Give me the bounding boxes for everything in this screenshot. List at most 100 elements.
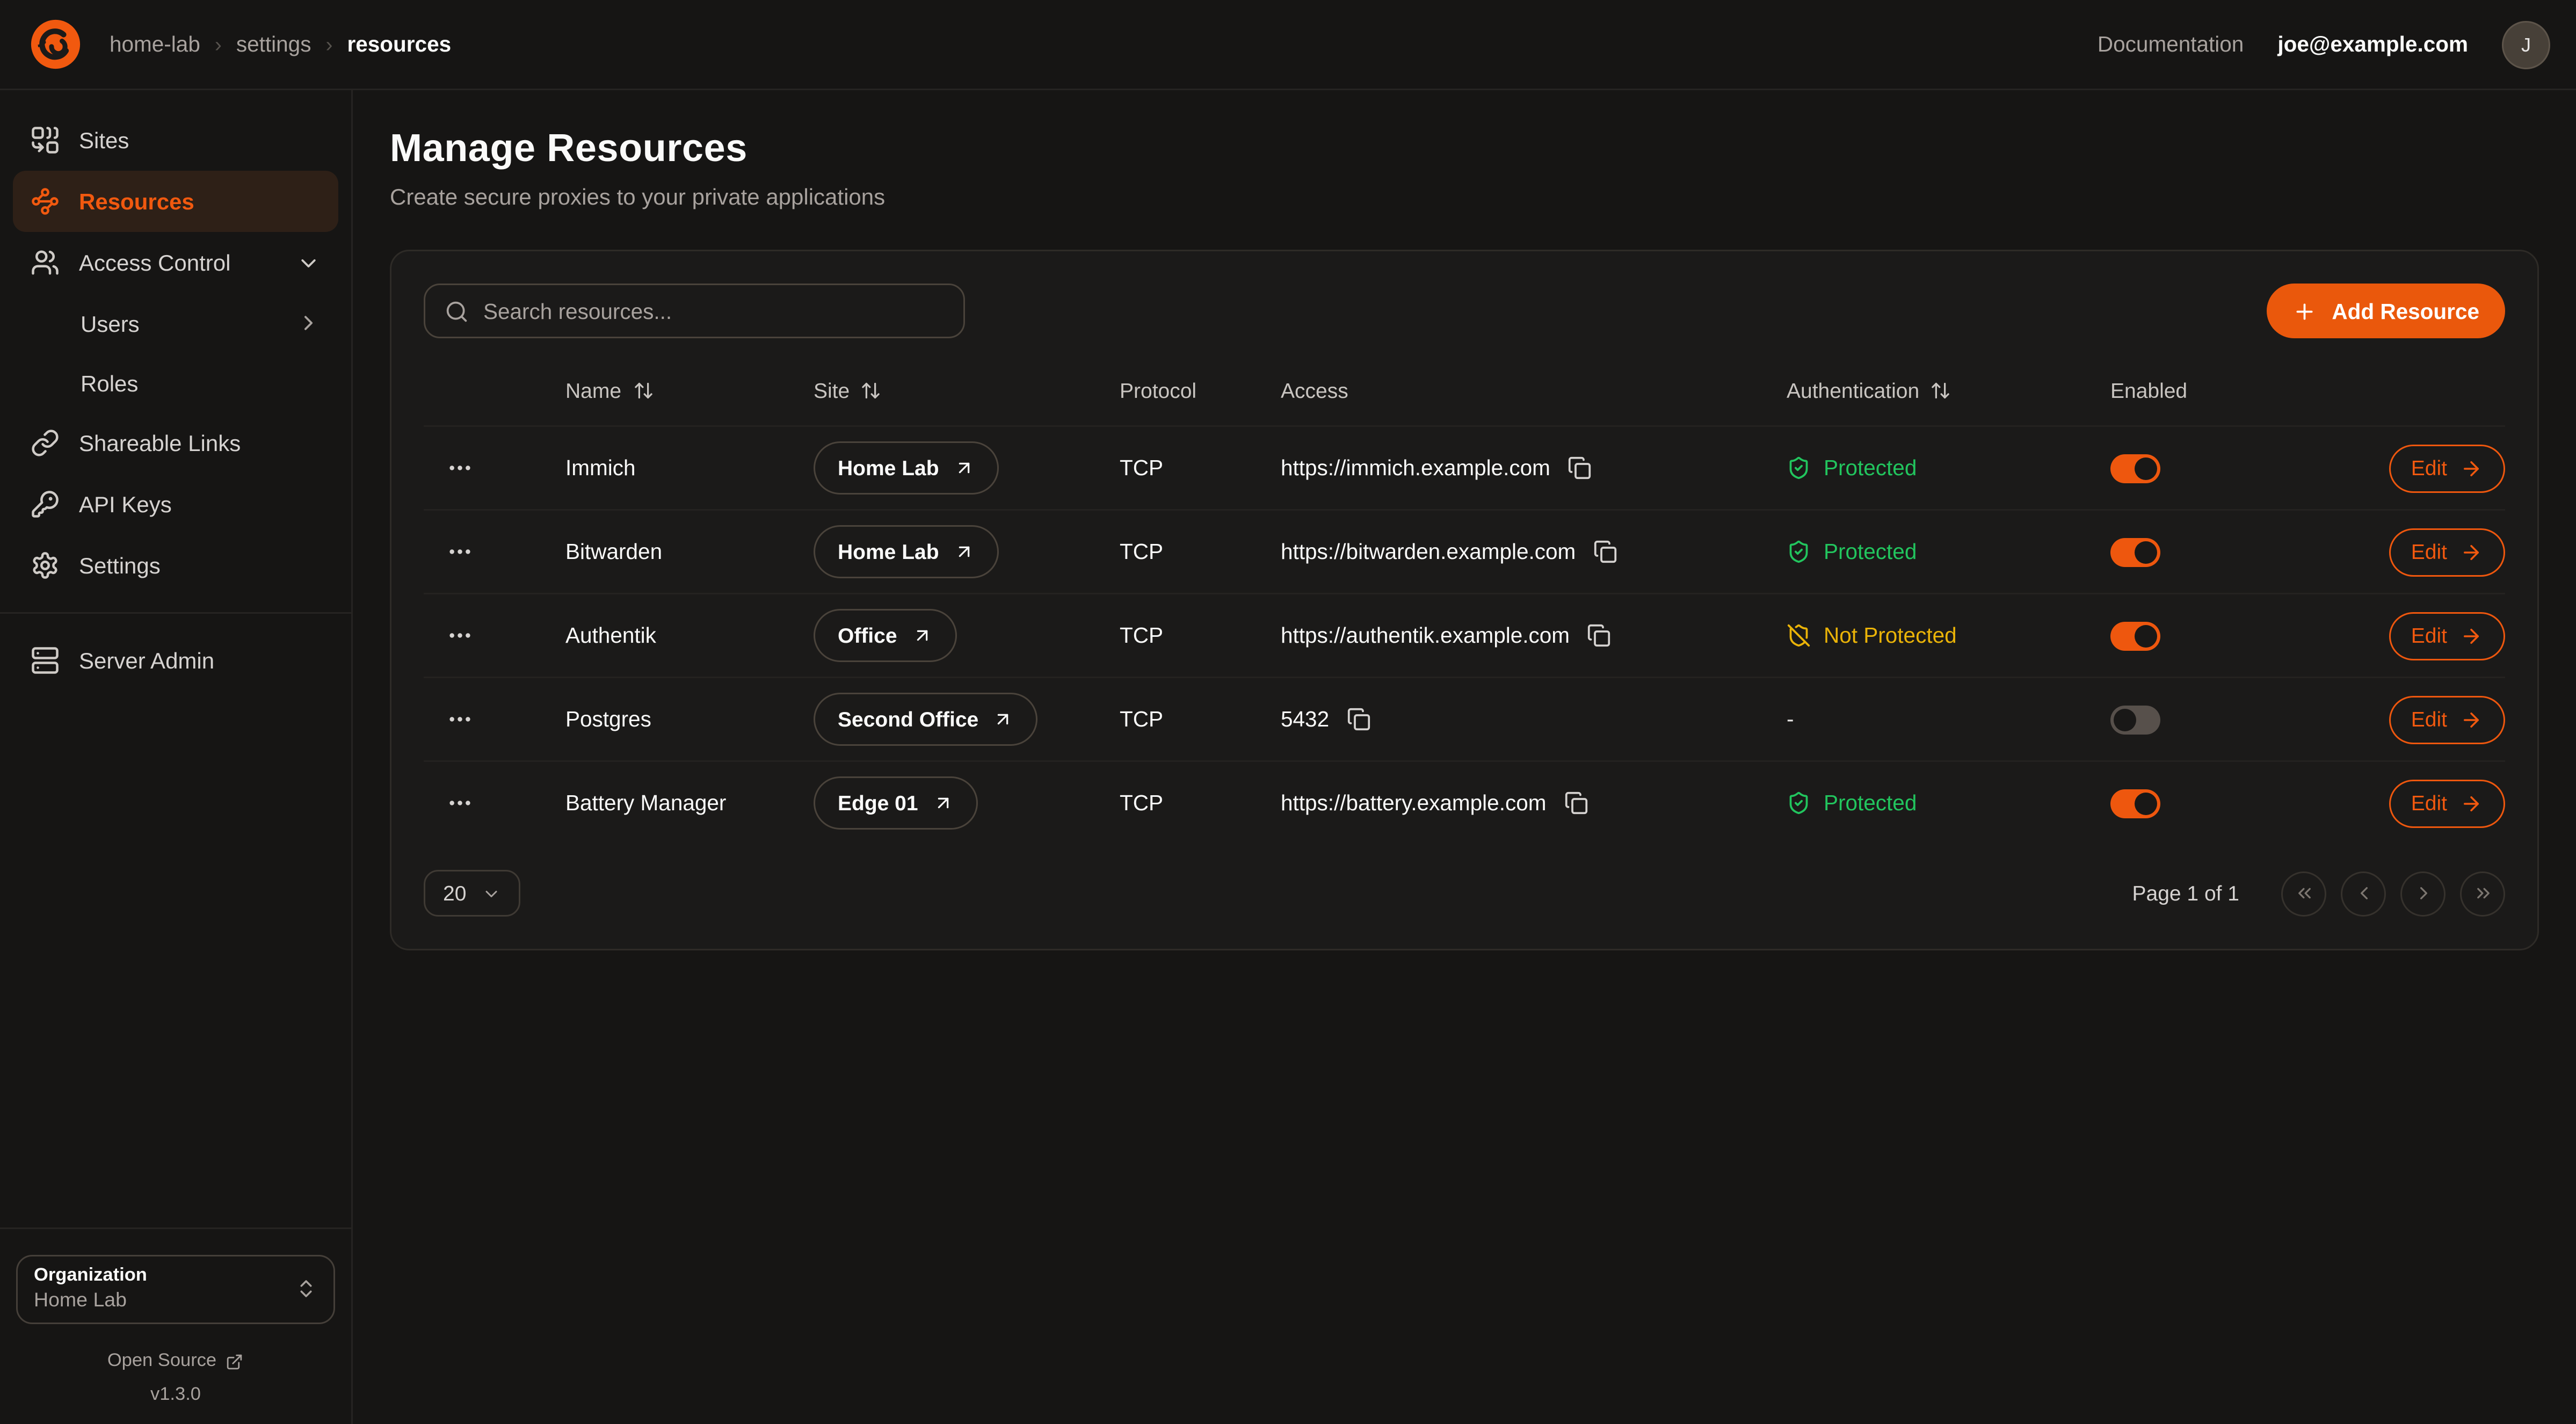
column-header-site[interactable]: Site — [814, 378, 1120, 402]
shield-check-icon — [1787, 791, 1811, 815]
documentation-link[interactable]: Documentation — [2098, 32, 2244, 56]
arrow-up-right-icon — [933, 793, 954, 813]
row-actions-menu-button[interactable] — [424, 622, 565, 649]
auth-status-label: Not Protected — [1824, 623, 1957, 648]
edit-button[interactable]: Edit — [2389, 695, 2505, 744]
avatar[interactable]: J — [2502, 20, 2550, 69]
chevron-left-icon — [2353, 883, 2374, 904]
sort-icon — [633, 380, 654, 401]
first-page-button[interactable] — [2281, 871, 2326, 916]
ellipsis-icon — [446, 538, 474, 565]
breadcrumb-org[interactable]: home-lab — [110, 32, 200, 56]
copy-icon[interactable] — [1568, 456, 1592, 480]
chevrons-left-icon — [2294, 883, 2314, 904]
search-icon — [445, 299, 469, 323]
site-link[interactable]: Edge 01 — [814, 776, 978, 830]
app-version: v1.3.0 — [16, 1385, 335, 1405]
access-url[interactable]: https://battery.example.com — [1281, 791, 1546, 815]
auth-status: Protected — [1787, 791, 2110, 815]
plus-icon — [2293, 299, 2317, 323]
site-link[interactable]: Home Lab — [814, 525, 999, 578]
resource-name: Postgres — [565, 707, 814, 731]
enabled-toggle[interactable] — [2110, 621, 2160, 650]
access-url[interactable]: https://authentik.example.com — [1281, 623, 1570, 648]
add-resource-label: Add Resource — [2332, 299, 2479, 323]
sidebar-item-resources[interactable]: Resources — [13, 171, 338, 232]
open-source-label: Open Source — [107, 1352, 216, 1371]
sort-icon — [1931, 380, 1951, 401]
site-link[interactable]: Second Office — [814, 693, 1038, 746]
access-url[interactable]: https://immich.example.com — [1281, 456, 1550, 480]
breadcrumb-resources[interactable]: resources — [347, 32, 452, 56]
search-input[interactable] — [483, 299, 944, 323]
edit-button[interactable]: Edit — [2389, 779, 2505, 827]
table-row: Immich Home Lab TCP https://immich.examp… — [424, 425, 2505, 509]
column-header-authentication[interactable]: Authentication — [1787, 378, 2110, 402]
add-resource-button[interactable]: Add Resource — [2267, 284, 2505, 338]
site-link[interactable]: Office — [814, 609, 957, 662]
row-actions-menu-button[interactable] — [424, 538, 565, 565]
auth-status-label: Protected — [1824, 791, 1917, 815]
table-row: Bitwarden Home Lab TCP https://bitwarden… — [424, 509, 2505, 593]
resource-name: Battery Manager — [565, 791, 814, 815]
table-row: Authentik Office TCP https://authentik.e… — [424, 593, 2505, 677]
last-page-button[interactable] — [2460, 871, 2505, 916]
row-actions-menu-button[interactable] — [424, 706, 565, 733]
page-size-select[interactable]: 20 — [424, 870, 521, 917]
user-email-menu[interactable]: joe@example.com — [2277, 32, 2468, 56]
sidebar-item-access-control[interactable]: Access Control — [13, 232, 338, 293]
table-row: Postgres Second Office TCP 5432 - Edit — [424, 677, 2505, 760]
key-icon — [31, 490, 60, 519]
arrow-up-right-icon — [993, 709, 1014, 730]
enabled-toggle[interactable] — [2110, 454, 2160, 483]
top-bar: home-lab › settings › resources Document… — [0, 0, 2576, 90]
site-link[interactable]: Home Lab — [814, 441, 999, 495]
open-source-link[interactable]: Open Source — [16, 1352, 335, 1371]
resource-name: Immich — [565, 456, 814, 480]
ellipsis-icon — [446, 706, 474, 733]
sidebar-item-label: Resources — [79, 188, 194, 214]
resource-protocol: TCP — [1120, 791, 1281, 815]
resource-protocol: TCP — [1120, 456, 1281, 480]
access-url[interactable]: https://bitwarden.example.com — [1281, 540, 1576, 564]
organization-selector[interactable]: Organization Home Lab — [16, 1255, 335, 1324]
server-icon — [31, 646, 60, 675]
arrow-right-icon — [2460, 457, 2483, 479]
sidebar-item-api-keys[interactable]: API Keys — [13, 474, 338, 535]
edit-button[interactable]: Edit — [2389, 612, 2505, 660]
topbar-right: Documentation joe@example.com J — [2098, 20, 2550, 69]
sidebar-item-server-admin[interactable]: Server Admin — [13, 630, 338, 691]
access-url[interactable]: 5432 — [1281, 707, 1329, 731]
sidebar-item-sites[interactable]: Sites — [13, 110, 338, 171]
edit-button[interactable]: Edit — [2389, 528, 2505, 576]
copy-icon[interactable] — [1347, 707, 1371, 731]
enabled-toggle[interactable] — [2110, 705, 2160, 734]
page-title: Manage Resources — [390, 127, 2576, 172]
enabled-toggle[interactable] — [2110, 537, 2160, 566]
copy-icon[interactable] — [1564, 791, 1588, 815]
copy-icon[interactable] — [1587, 623, 1612, 648]
copy-icon[interactable] — [1593, 540, 1617, 564]
sidebar-item-settings[interactable]: Settings — [13, 535, 338, 596]
page-subtitle: Create secure proxies to your private ap… — [390, 184, 2576, 209]
arrow-up-right-icon — [912, 625, 933, 646]
breadcrumb-settings[interactable]: settings — [236, 32, 311, 56]
sidebar-item-users[interactable]: Users — [13, 293, 338, 353]
sidebar-item-shareable-links[interactable]: Shareable Links — [13, 412, 338, 474]
enabled-toggle[interactable] — [2110, 789, 2160, 818]
previous-page-button[interactable] — [2341, 871, 2386, 916]
column-header-name[interactable]: Name — [565, 378, 814, 402]
sidebar-item-label: Shareable Links — [79, 430, 241, 456]
next-page-button[interactable] — [2400, 871, 2446, 916]
page-info: Page 1 of 1 — [2132, 881, 2240, 905]
chevrons-up-down-icon — [295, 1277, 317, 1300]
row-actions-menu-button[interactable] — [424, 789, 565, 817]
chevron-right-icon — [296, 311, 321, 335]
users-icon — [31, 248, 60, 277]
edit-button[interactable]: Edit — [2389, 444, 2505, 492]
sidebar-item-label: Sites — [79, 127, 129, 153]
sidebar-item-roles[interactable]: Roles — [13, 353, 338, 412]
row-actions-menu-button[interactable] — [424, 454, 565, 482]
arrow-right-icon — [2460, 708, 2483, 731]
arrow-up-right-icon — [954, 541, 975, 562]
